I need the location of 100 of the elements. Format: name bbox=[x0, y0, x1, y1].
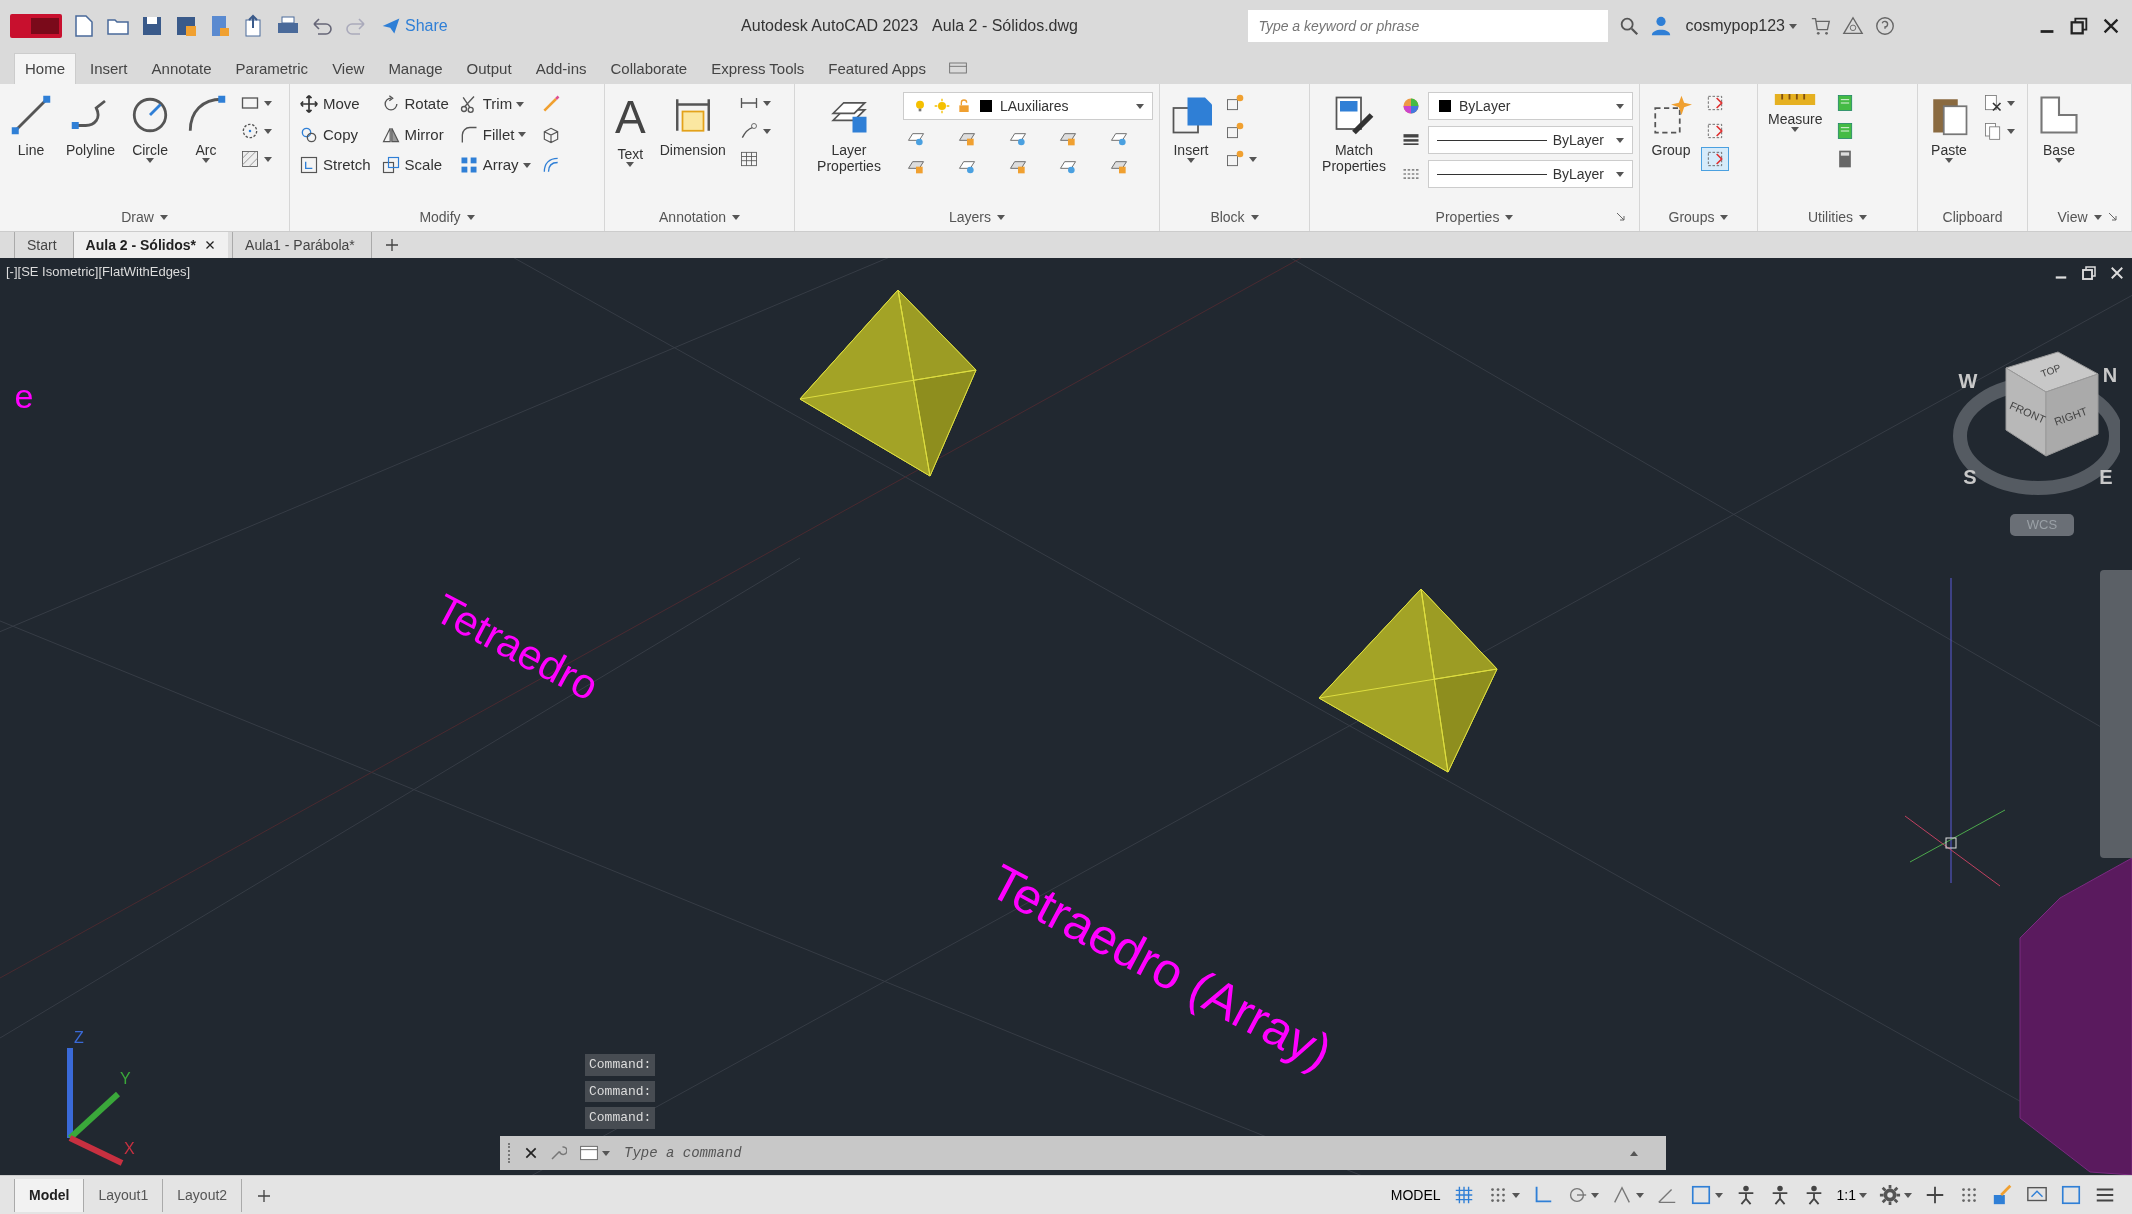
document-tab[interactable]: Aula 2 - Sólidos* bbox=[72, 232, 229, 258]
ribbon-tool[interactable]: Fillet bbox=[455, 122, 534, 147]
ribbon-tab[interactable]: Express Tools bbox=[701, 53, 815, 84]
ribbon-tool[interactable]: Polyline bbox=[62, 92, 120, 161]
stretch-icon bbox=[299, 155, 319, 176]
triangle-icon[interactable] bbox=[1842, 15, 1864, 37]
launcher-icon[interactable] bbox=[2107, 211, 2119, 223]
caret-icon bbox=[202, 158, 211, 164]
swatch-icon bbox=[1437, 98, 1453, 114]
panel-title[interactable]: Draw bbox=[121, 206, 154, 228]
caret-icon bbox=[1859, 214, 1868, 220]
caret-icon bbox=[1616, 103, 1624, 109]
ribbon-tab[interactable]: Featured Apps bbox=[818, 53, 936, 84]
panel-title[interactable]: Block bbox=[1210, 206, 1245, 228]
dropdown-field[interactable]: ByLayer bbox=[1428, 160, 1633, 188]
layout-tab[interactable]: Layout2 bbox=[162, 1178, 242, 1212]
status-toggle[interactable] bbox=[1877, 1182, 1914, 1208]
dropdown-field[interactable]: ByLayer bbox=[1428, 126, 1633, 154]
ribbon-tool[interactable]: Layer Properties bbox=[801, 92, 897, 177]
restore-icon[interactable] bbox=[2068, 15, 2090, 37]
close-icon[interactable] bbox=[2108, 264, 2126, 282]
ribbon-tab[interactable]: View bbox=[322, 53, 375, 84]
caret-icon bbox=[602, 1150, 610, 1156]
ribbon-tool[interactable]: Copy bbox=[296, 122, 374, 147]
window-icon bbox=[579, 1143, 599, 1163]
grip-icon bbox=[508, 1143, 513, 1163]
search-field[interactable]: Type a keyword or phrase bbox=[1248, 10, 1609, 42]
search-icon[interactable] bbox=[1618, 15, 1641, 37]
caret-icon bbox=[264, 100, 273, 106]
caret-icon bbox=[1904, 1192, 1912, 1198]
layout-tab[interactable]: Layout1 bbox=[83, 1178, 163, 1212]
ribbon-tab[interactable]: Output bbox=[456, 53, 522, 84]
panel-title[interactable]: View bbox=[2057, 206, 2088, 228]
caret-icon bbox=[2055, 158, 2063, 164]
ribbon-tab[interactable]: Annotate bbox=[141, 53, 222, 84]
ribbon-tab[interactable]: Home bbox=[14, 52, 76, 84]
command-input-field[interactable]: Type a command bbox=[622, 1138, 1620, 1168]
ribbon-tab[interactable]: Add-ins bbox=[525, 53, 597, 84]
colorwheel-icon bbox=[1401, 96, 1421, 116]
caret-icon bbox=[1505, 214, 1514, 220]
frame-icon bbox=[2060, 1184, 2082, 1206]
ribbon-tab[interactable]: Parametric bbox=[225, 53, 319, 84]
ribbon-tool[interactable]: Stretch bbox=[296, 153, 374, 178]
panel-title[interactable]: Modify bbox=[419, 206, 461, 228]
ribbon-tool[interactable]: A Text bbox=[611, 92, 650, 170]
ribbon-tool[interactable]: Base bbox=[2034, 92, 2084, 166]
ribbon-tool[interactable]: Mirror bbox=[377, 122, 452, 147]
ribbon-tool[interactable]: Measure bbox=[1764, 92, 1827, 135]
launcher-icon[interactable] bbox=[1615, 211, 1627, 223]
annotation-scale-button[interactable]: 1:1 bbox=[1834, 1182, 1869, 1208]
caret-icon bbox=[1511, 1192, 1520, 1198]
app-title: Autodesk AutoCAD 2023 bbox=[741, 17, 919, 34]
help-icon[interactable] bbox=[1874, 15, 1896, 37]
ribbon-tool[interactable]: Circle bbox=[125, 92, 176, 166]
close-icon[interactable] bbox=[204, 239, 217, 251]
viewport-label[interactable]: [-][SE Isometric][FlatWithEdges] bbox=[6, 262, 191, 282]
ribbon-tool[interactable]: Line bbox=[6, 92, 56, 161]
panel-title[interactable]: Annotation bbox=[659, 206, 726, 228]
cart-icon[interactable] bbox=[1810, 15, 1832, 37]
panel-title[interactable]: Clipboard bbox=[1942, 206, 2003, 228]
caret-icon bbox=[1136, 103, 1144, 109]
plus-icon bbox=[383, 237, 400, 253]
close-icon[interactable] bbox=[523, 1145, 539, 1161]
panel-title[interactable]: Properties bbox=[1435, 206, 1500, 228]
panel-title[interactable]: Layers bbox=[949, 206, 991, 228]
model-space-button[interactable]: MODEL bbox=[1388, 1182, 1443, 1208]
ribbon-tool[interactable]: Match Properties bbox=[1316, 92, 1392, 177]
ribbon-tool[interactable]: Rotate bbox=[377, 92, 452, 117]
save-icon[interactable] bbox=[140, 14, 164, 38]
layout-tab[interactable]: Model bbox=[14, 1178, 84, 1212]
ribbon-tool[interactable]: Insert bbox=[1166, 92, 1216, 166]
ribbon-tab[interactable]: Manage bbox=[378, 53, 453, 84]
ribbon-tab[interactable]: Collaborate bbox=[600, 53, 698, 84]
ribbon-tool[interactable]: Paste bbox=[1924, 92, 1974, 166]
caret-icon[interactable] bbox=[1630, 1150, 1638, 1156]
ribbon-tool[interactable]: Scale bbox=[377, 153, 452, 178]
copyclip-icon bbox=[1983, 121, 2003, 141]
panel-title[interactable]: Groups bbox=[1668, 206, 1715, 228]
user-menu[interactable]: cosmypop123 bbox=[1682, 13, 1800, 39]
caret-icon bbox=[1859, 1192, 1867, 1198]
new-file-icon[interactable] bbox=[72, 14, 96, 38]
ribbon-tool[interactable]: Arc bbox=[181, 92, 232, 166]
ribbon-tool[interactable]: Move bbox=[296, 92, 374, 117]
dropdown-field[interactable]: LAuxiliares bbox=[903, 92, 1153, 120]
caret-icon bbox=[159, 214, 168, 220]
caret-icon bbox=[2093, 214, 2102, 220]
caret-icon bbox=[997, 214, 1005, 220]
caret-icon bbox=[1616, 137, 1624, 143]
ribbon-tool[interactable]: Array bbox=[455, 153, 534, 178]
wrench-icon[interactable] bbox=[549, 1144, 567, 1162]
dropdown-field[interactable]: ByLayer bbox=[1428, 92, 1633, 120]
panel-title[interactable]: Utilities bbox=[1807, 206, 1854, 228]
ribbon-tool[interactable]: Trim bbox=[455, 92, 534, 117]
ribbon-tool[interactable]: Group bbox=[1646, 92, 1696, 161]
base-icon bbox=[2038, 94, 2080, 136]
ribbon-tool[interactable]: Dimension bbox=[655, 92, 730, 161]
ribbon-tab[interactable]: Insert bbox=[80, 53, 138, 84]
caret-icon bbox=[516, 101, 525, 107]
restore-icon[interactable] bbox=[2080, 264, 2098, 282]
save-as-icon[interactable] bbox=[174, 14, 198, 38]
